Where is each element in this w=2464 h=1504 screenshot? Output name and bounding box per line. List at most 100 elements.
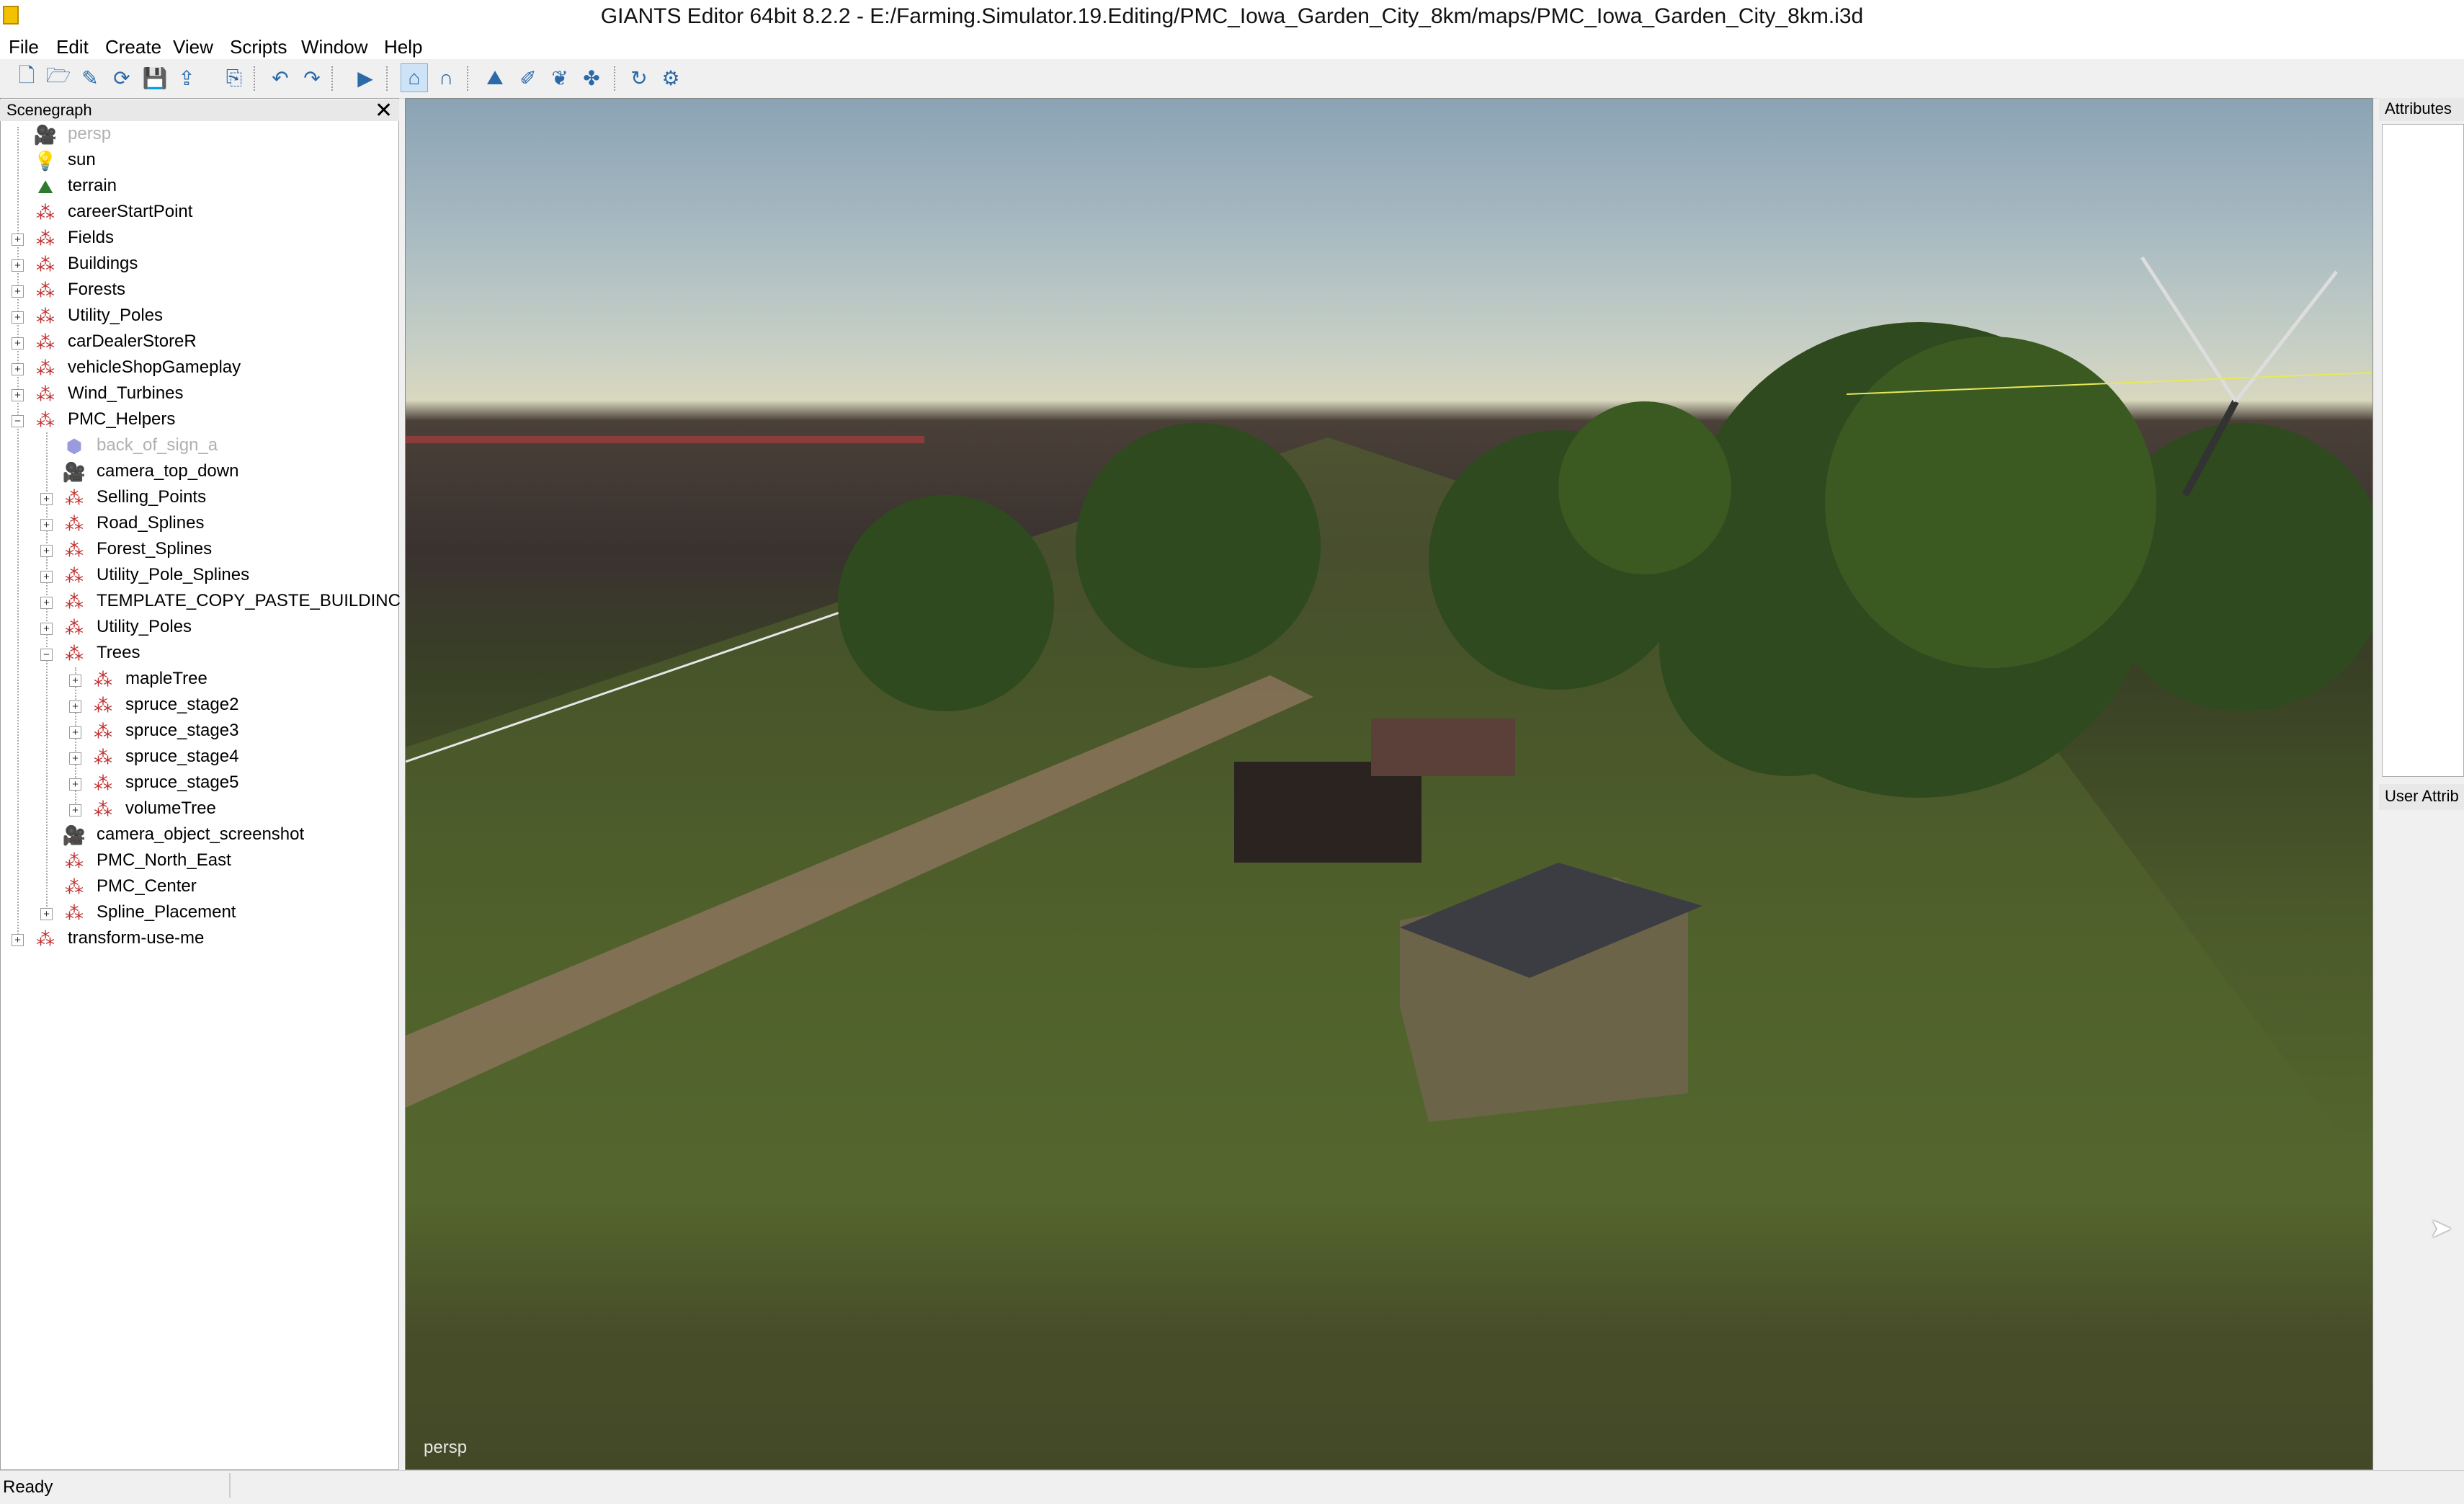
- tree-node-label: spruce_stage5: [125, 773, 239, 792]
- tree-node-label: spruce_stage2: [125, 695, 239, 714]
- tree-node-label: Forests: [68, 280, 126, 299]
- new-icon[interactable]: 🗋: [13, 63, 40, 92]
- tree-node-label: Wind_Turbines: [68, 383, 184, 403]
- toolbar-separator: [614, 66, 617, 91]
- transform-icon: ⁂: [94, 798, 112, 820]
- foliage-paint-icon[interactable]: ❦: [546, 63, 573, 92]
- transform-icon: ⁂: [36, 280, 55, 301]
- undo-icon[interactable]: ↶: [267, 63, 294, 92]
- menu-bar: [0, 36, 2464, 59]
- expand-icon[interactable]: +: [12, 233, 24, 246]
- tree-node-label: camera_object_screenshot: [97, 824, 305, 844]
- expand-icon[interactable]: +: [69, 778, 81, 791]
- user-attributes-tab[interactable]: User Attrib: [2385, 787, 2464, 806]
- terrain-sculpt-icon[interactable]: ⛰: [481, 63, 509, 92]
- export-icon[interactable]: ⇪: [173, 63, 200, 92]
- expand-icon[interactable]: +: [69, 700, 81, 713]
- expand-icon[interactable]: +: [69, 752, 81, 765]
- tree-node-label: carDealerStoreR: [68, 331, 197, 351]
- transform-icon: ⁂: [65, 591, 84, 613]
- placement-icon[interactable]: ✤: [578, 63, 605, 92]
- tree-node-label: persp: [68, 124, 112, 143]
- expand-icon[interactable]: +: [12, 337, 24, 350]
- collapse-icon[interactable]: −: [12, 415, 24, 427]
- expand-icon[interactable]: +: [12, 934, 24, 946]
- tree-node-label: PMC_Center: [97, 876, 197, 896]
- transform-icon: ⁂: [65, 876, 84, 898]
- menu-create[interactable]: Create: [105, 36, 161, 58]
- expand-icon[interactable]: +: [40, 623, 53, 635]
- transform-icon: ⁂: [65, 617, 84, 638]
- play-icon[interactable]: ▶: [352, 63, 379, 92]
- transform-icon: ⁂: [36, 254, 55, 275]
- menu-edit[interactable]: Edit: [56, 36, 89, 58]
- expand-icon[interactable]: +: [40, 571, 53, 583]
- transform-icon: ⁂: [94, 773, 112, 794]
- shape-icon: ⬢: [66, 435, 83, 457]
- menu-window[interactable]: Window: [301, 36, 367, 58]
- expand-icon[interactable]: +: [12, 363, 24, 375]
- terrain-icon: ⛰: [37, 176, 53, 197]
- import-icon[interactable]: ⎘: [220, 63, 248, 92]
- status-bar: [0, 1470, 2464, 1504]
- window-title: GIANTS Editor 64bit 8.2.2 - E:/Farming.S…: [600, 4, 1864, 28]
- expand-icon[interactable]: +: [40, 597, 53, 609]
- expand-icon[interactable]: +: [69, 804, 81, 816]
- expand-icon[interactable]: +: [12, 259, 24, 272]
- transform-icon: ⁂: [94, 721, 112, 742]
- tree-node-label: Selling_Points: [97, 487, 207, 507]
- mouse-cursor-icon: ➤: [2429, 1214, 2452, 1244]
- move-mode-icon[interactable]: ∩: [432, 63, 460, 92]
- expand-icon[interactable]: +: [12, 311, 24, 324]
- terrain-paint-icon[interactable]: ✐: [514, 63, 542, 92]
- tree-node-label: Road_Splines: [97, 513, 205, 533]
- menu-view[interactable]: View: [173, 36, 213, 58]
- tree-node-label: vehicleShopGameplay: [68, 357, 241, 377]
- expand-icon[interactable]: +: [69, 675, 81, 687]
- tree-node-label: sun: [68, 150, 96, 169]
- tree-node-label: spruce_stage4: [125, 747, 239, 766]
- tree-node-label: Utility_Poles: [68, 306, 164, 325]
- transform-icon: ⁂: [65, 850, 84, 872]
- menu-file[interactable]: File: [9, 36, 39, 58]
- close-icon[interactable]: ✕: [375, 98, 393, 123]
- tree-node-label: PMC_North_East: [97, 850, 231, 870]
- camera-icon: 🎥: [62, 461, 86, 483]
- transform-icon: ⁂: [94, 669, 112, 690]
- toolbar-separator: [331, 66, 334, 91]
- collapse-icon[interactable]: −: [40, 649, 53, 661]
- expand-icon[interactable]: +: [40, 519, 53, 531]
- transform-icon: ⁂: [65, 565, 84, 587]
- camera-label: persp: [424, 1438, 468, 1457]
- expand-icon[interactable]: +: [12, 285, 24, 298]
- attributes-tab[interactable]: Attributes: [2385, 99, 2452, 118]
- transform-icon: ⁂: [65, 513, 84, 535]
- redo-icon[interactable]: ↷: [298, 63, 326, 92]
- menu-scripts[interactable]: Scripts: [230, 36, 287, 58]
- tree-node-label: careerStartPoint: [68, 202, 193, 221]
- transform-icon: ⁂: [65, 643, 84, 664]
- expand-icon[interactable]: +: [40, 545, 53, 557]
- 3d-viewport[interactable]: [405, 98, 2373, 1470]
- refresh-icon[interactable]: ⟳: [108, 63, 135, 92]
- expand-icon[interactable]: +: [40, 908, 53, 920]
- tree-node-label: terrain: [68, 176, 117, 195]
- expand-icon[interactable]: +: [12, 389, 24, 401]
- edit-icon[interactable]: ✎: [76, 63, 104, 92]
- transform-icon: ⁂: [94, 695, 112, 716]
- expand-icon[interactable]: +: [40, 493, 53, 505]
- open-icon[interactable]: 🗁: [45, 63, 72, 92]
- tree-node-label: Utility_Poles: [97, 617, 192, 636]
- tree-guide-line: [17, 127, 19, 940]
- light-icon: 💡: [33, 150, 58, 172]
- settings-icon[interactable]: ⚙: [657, 63, 684, 92]
- tree-node-label: Spline_Placement: [97, 902, 236, 922]
- menu-help[interactable]: Help: [384, 36, 422, 58]
- select-mode-icon[interactable]: ⌂: [401, 63, 428, 92]
- rotate-icon[interactable]: ↻: [625, 63, 653, 92]
- status-text: Ready: [3, 1477, 53, 1497]
- expand-icon[interactable]: +: [69, 726, 81, 739]
- scenegraph-title: Scenegraph: [6, 101, 92, 119]
- tree-node-label: Utility_Pole_Splines: [97, 565, 250, 584]
- save-icon[interactable]: 💾: [141, 63, 169, 92]
